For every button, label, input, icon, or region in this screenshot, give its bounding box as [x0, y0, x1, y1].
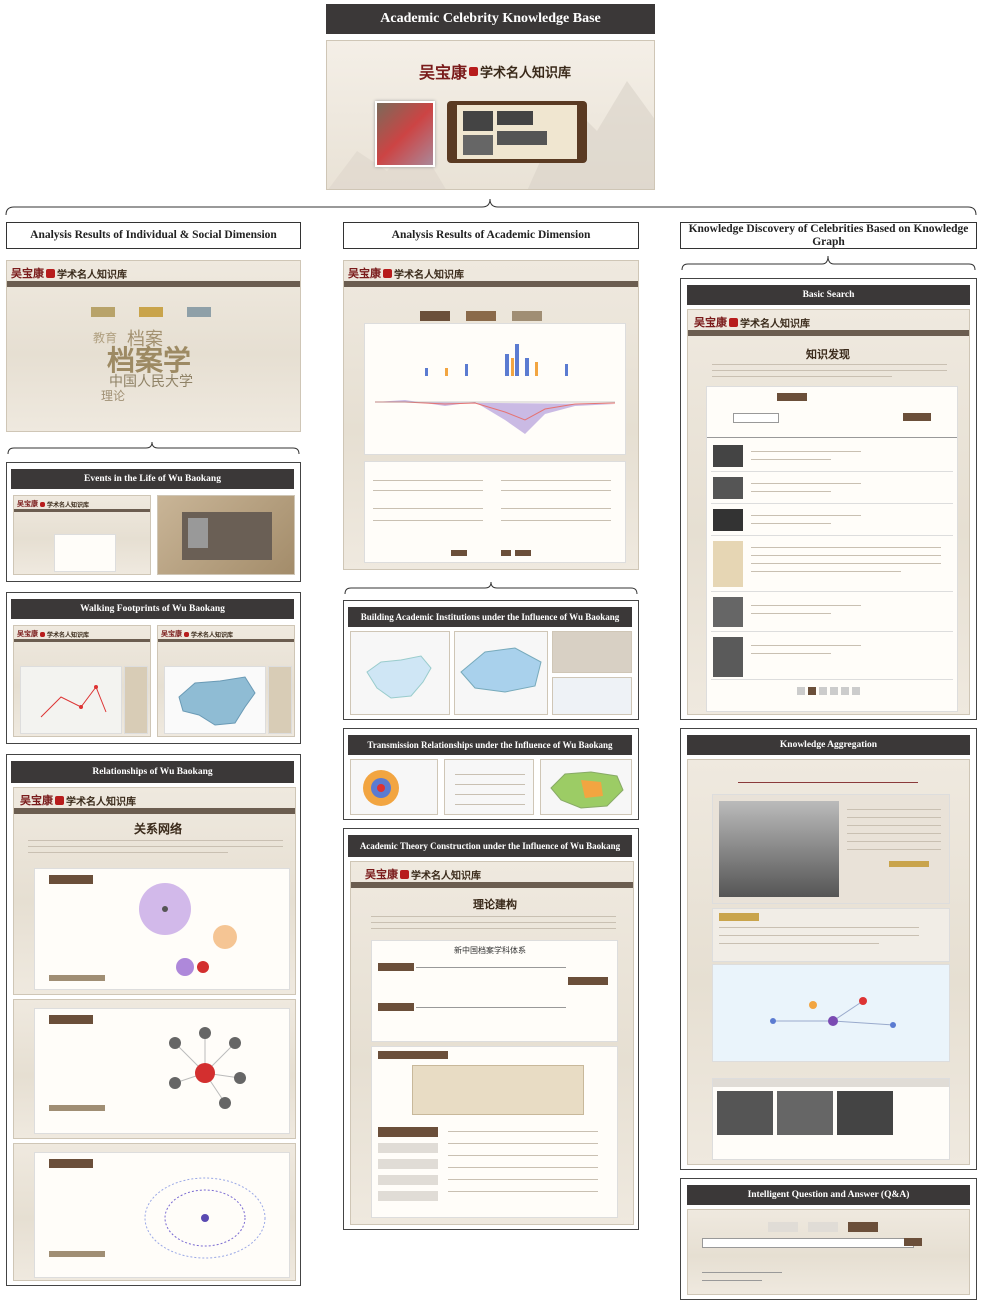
result-row[interactable] [711, 475, 953, 504]
relationships-panel: Relationships of Wu Baokang 吴宝康 学术名人知识库 关… [6, 754, 301, 1286]
ego-network [169, 1027, 246, 1109]
network-graph [139, 883, 237, 976]
brace-individual [7, 441, 300, 455]
china-map [164, 666, 266, 734]
academic-screenshot: 吴宝康 学术名人知识库 [343, 260, 639, 570]
result-row[interactable] [711, 595, 953, 632]
theory-heading: 理论建构 [473, 899, 517, 911]
institutions-title: Building Academic Institutions under the… [348, 607, 632, 627]
portrait-photo [375, 101, 435, 167]
top-brace [5, 198, 977, 216]
aggregation-photo [719, 801, 839, 897]
search-button[interactable] [903, 413, 931, 421]
pagination[interactable] [797, 687, 877, 695]
events-panel: Events in the Life of Wu Baokang 吴宝康 学术名人… [6, 462, 301, 582]
aggregation-panel: Knowledge Aggregation [680, 728, 977, 1170]
main-title: Academic Celebrity Knowledge Base [326, 4, 655, 34]
footprints-panel: Walking Footprints of Wu Baokang 吴宝康 学术名人… [6, 592, 301, 744]
result-row[interactable] [711, 539, 953, 592]
wordcloud: 档案学 档案 中国人民大学 理论 教育 [93, 329, 193, 403]
brace-academic [344, 581, 638, 595]
transmission-panel: Transmission Relationships under the Inf… [343, 728, 639, 820]
scroll-frame [447, 101, 587, 163]
qa-submit-button[interactable] [904, 1238, 922, 1246]
events-title: Events in the Life of Wu Baokang [11, 469, 294, 489]
event-cards [364, 461, 626, 563]
search-input[interactable] [733, 413, 779, 423]
qa-title: Intelligent Question and Answer (Q&A) [687, 1185, 970, 1205]
column-title-academic: Analysis Results of Academic Dimension [343, 222, 639, 249]
result-row[interactable] [711, 507, 953, 536]
result-row[interactable] [711, 443, 953, 472]
result-row[interactable] [711, 635, 953, 680]
transmission-title: Transmission Relationships under the Inf… [348, 735, 632, 755]
map-view [20, 666, 122, 734]
relationships-title: Relationships of Wu Baokang [11, 761, 294, 783]
timeline-charts [364, 323, 626, 455]
wordcloud-screenshot: 吴宝康 学术名人知识库 档案学 档案 中国人民大学 理论 教育 [6, 260, 301, 432]
theory-diagram-title: 新中国档案学科体系 [454, 946, 526, 955]
relationships-heading: 关系网络 [134, 822, 183, 836]
hero-screenshot: 吴宝康 学术名人知识库 [326, 40, 655, 190]
citation-network [144, 1177, 266, 1259]
footprints-title: Walking Footprints of Wu Baokang [11, 599, 294, 619]
knowledge-graph [770, 997, 896, 1028]
qa-input[interactable] [702, 1238, 914, 1248]
institutions-panel: Building Academic Institutions under the… [343, 600, 639, 720]
theory-title: Academic Theory Construction under the I… [348, 835, 632, 857]
brace-discovery [681, 255, 976, 271]
logo: 吴宝康 学术名人知识库 [11, 268, 127, 281]
theory-panel: Academic Theory Construction under the I… [343, 828, 639, 1230]
qa-panel: Intelligent Question and Answer (Q&A) [680, 1178, 977, 1300]
basic-search-panel: Basic Search 吴宝康 学术名人知识库 知识发现 [680, 278, 977, 720]
discovery-heading: 知识发现 [806, 349, 850, 361]
aggregation-title: Knowledge Aggregation [687, 735, 970, 755]
column-title-discovery: Knowledge Discovery of Celebrities Based… [680, 222, 977, 249]
basic-search-title: Basic Search [687, 285, 970, 305]
column-title-individual: Analysis Results of Individual & Social … [6, 222, 301, 249]
